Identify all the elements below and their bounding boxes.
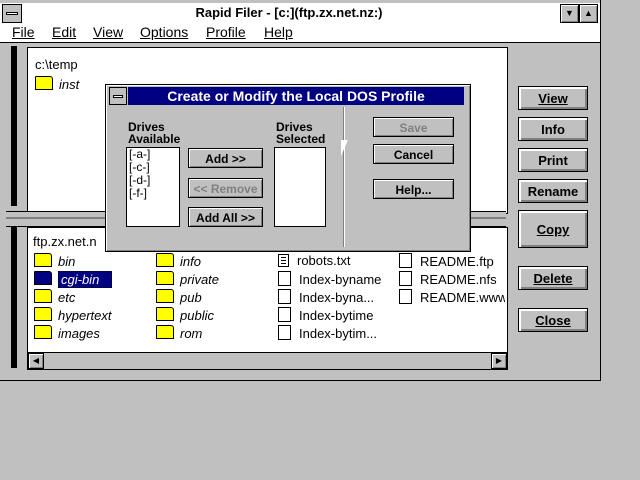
- folder-item[interactable]: rom: [156, 325, 202, 341]
- file-icon: [278, 271, 291, 286]
- dos-profile-dialog: Create or Modify the Local DOS Profile D…: [105, 84, 471, 252]
- folder-item[interactable]: inst: [35, 76, 79, 92]
- menu-help[interactable]: Help: [264, 24, 293, 40]
- text-file-icon: [278, 254, 289, 267]
- drives-selected-list[interactable]: [274, 147, 326, 227]
- left-split-bar[interactable]: [6, 44, 22, 370]
- folder-item[interactable]: info: [156, 253, 201, 269]
- cancel-button[interactable]: Cancel: [373, 144, 454, 164]
- rename-button[interactable]: Rename: [518, 179, 588, 203]
- folder-icon: [156, 253, 174, 267]
- delete-button[interactable]: Delete: [518, 266, 588, 290]
- drives-available-list[interactable]: [-a-] [-c-] [-d-] [-f-]: [126, 147, 180, 227]
- folder-item[interactable]: bin: [34, 253, 75, 269]
- maximize-icon[interactable]: ▲: [579, 4, 598, 23]
- close-button[interactable]: Close: [518, 308, 588, 332]
- mouse-pointer-icon: [341, 140, 348, 156]
- info-button[interactable]: Info: [518, 117, 588, 141]
- menu-options[interactable]: Options: [140, 24, 188, 40]
- folder-item-selected[interactable]: cgi-bin: [34, 271, 113, 288]
- menu-view[interactable]: View: [93, 24, 123, 40]
- menu-edit[interactable]: Edit: [52, 24, 76, 40]
- file-item[interactable]: Index-byna...: [278, 289, 374, 305]
- add-button[interactable]: Add >>: [188, 148, 263, 168]
- folder-icon: [34, 289, 52, 303]
- system-menu-icon[interactable]: [2, 4, 22, 23]
- scroll-left-icon[interactable]: ◀: [28, 353, 44, 369]
- folder-icon: [34, 253, 52, 267]
- folder-icon: [156, 271, 174, 285]
- dialog-divider: [343, 107, 345, 247]
- folder-icon: [34, 271, 52, 285]
- horizontal-scrollbar[interactable]: ◀ ▶: [27, 352, 508, 370]
- file-item[interactable]: README.www: [399, 289, 505, 305]
- remote-path-label: ftp.zx.net.n: [33, 234, 97, 249]
- dialog-system-menu-icon[interactable]: [109, 87, 127, 105]
- menu-bar: File Edit View Options Profile Help: [0, 23, 600, 43]
- folder-item[interactable]: etc: [34, 289, 75, 305]
- menu-file[interactable]: File: [12, 24, 35, 40]
- folder-item[interactable]: hypertext: [34, 307, 111, 323]
- dialog-title: Create or Modify the Local DOS Profile: [128, 87, 464, 105]
- folder-icon: [34, 307, 52, 321]
- folder-icon: [156, 325, 174, 339]
- file-icon: [278, 307, 291, 322]
- folder-icon: [156, 307, 174, 321]
- view-button[interactable]: View: [518, 86, 588, 110]
- print-button[interactable]: Print: [518, 148, 588, 172]
- file-icon: [399, 271, 412, 286]
- local-path-label: c:\temp: [35, 57, 78, 72]
- minimize-icon[interactable]: ▼: [560, 4, 579, 23]
- window-title: Rapid Filer - [c:](ftp.zx.net.nz:): [195, 5, 383, 20]
- folder-item[interactable]: private: [156, 271, 219, 287]
- folder-item[interactable]: images: [34, 325, 100, 341]
- folder-item[interactable]: public: [156, 307, 214, 323]
- help-button[interactable]: Help...: [373, 179, 454, 199]
- file-item[interactable]: Index-bytim...: [278, 325, 377, 341]
- file-icon: [399, 253, 412, 268]
- remove-button[interactable]: << Remove: [188, 178, 263, 198]
- menu-profile[interactable]: Profile: [206, 24, 246, 40]
- list-item[interactable]: [-f-]: [127, 187, 179, 200]
- file-icon: [278, 325, 291, 340]
- folder-icon: [156, 289, 174, 303]
- add-all-button[interactable]: Add All >>: [188, 207, 263, 227]
- folder-item[interactable]: pub: [156, 289, 202, 305]
- save-button[interactable]: Save: [373, 117, 454, 137]
- file-item[interactable]: Index-byname: [278, 271, 381, 287]
- copy-button[interactable]: Copy: [518, 210, 588, 248]
- file-item[interactable]: Index-bytime: [278, 307, 373, 323]
- drives-selected-label: Drives Selected: [276, 120, 326, 146]
- file-icon: [399, 289, 412, 304]
- file-icon: [278, 289, 291, 304]
- drives-available-label: Drives Available: [128, 120, 181, 146]
- scroll-right-icon[interactable]: ▶: [491, 353, 507, 369]
- folder-icon: [35, 76, 53, 90]
- file-item[interactable]: robots.txt: [278, 253, 350, 268]
- folder-icon: [34, 325, 52, 339]
- file-item[interactable]: README.nfs: [399, 271, 497, 287]
- file-item[interactable]: README.ftp: [399, 253, 494, 269]
- title-bar: Rapid Filer - [c:](ftp.zx.net.nz:) ▼ ▲: [0, 3, 600, 24]
